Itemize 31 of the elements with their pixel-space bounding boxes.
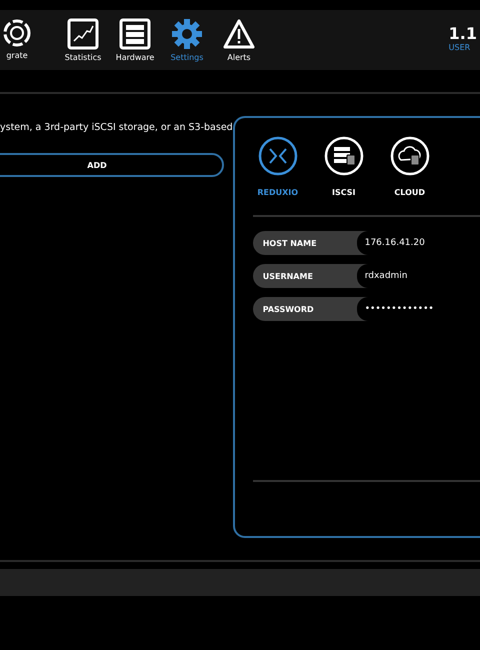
server-icon: [119, 18, 151, 50]
nav-label: Hardware: [116, 53, 154, 62]
field-label: PASSWORD: [262, 304, 315, 314]
version-text: 1.1: [448, 24, 477, 43]
storage-type-option[interactable]: CLOUD: [386, 136, 433, 197]
nav-label: Statistics: [64, 53, 102, 62]
field-label: HOST NAME: [262, 238, 318, 248]
form-field[interactable]: PASSWORD •••••••••••••: [252, 297, 480, 321]
nav-item[interactable]: Statistics: [60, 18, 106, 62]
warning-icon: [222, 18, 256, 50]
add-button[interactable]: ADD: [0, 153, 224, 177]
nav-item[interactable]: Alerts: [216, 18, 262, 62]
nav-label: Settings: [170, 53, 204, 62]
nav-label: grate: [6, 51, 28, 60]
nav-item[interactable]: Settings: [164, 18, 210, 62]
server-disk-icon: [324, 136, 364, 176]
user-label: USER: [448, 43, 470, 52]
storage-type-option[interactable]: ISCSI: [320, 136, 367, 197]
dashed-circle-icon: [2, 18, 32, 48]
description-text: ystem, a 3rd-party iSCSI storage, or an S3-based: [0, 122, 233, 133]
storage-type-option[interactable]: REDUXIO: [254, 136, 301, 197]
form-field[interactable]: HOST NAME 176.16.41.20: [252, 231, 480, 255]
nav-item[interactable]: grate: [2, 18, 32, 62]
cloud-disk-icon: [390, 136, 430, 176]
nav-item[interactable]: Hardware: [112, 18, 158, 62]
arrows-converging-icon: [258, 136, 298, 176]
form-field[interactable]: USERNAME rdxadmin: [252, 264, 480, 288]
nav-label: Alerts: [227, 53, 251, 62]
field-label: USERNAME: [262, 272, 314, 280]
settings-icon: [171, 18, 203, 50]
line-chart-icon: [67, 18, 99, 50]
